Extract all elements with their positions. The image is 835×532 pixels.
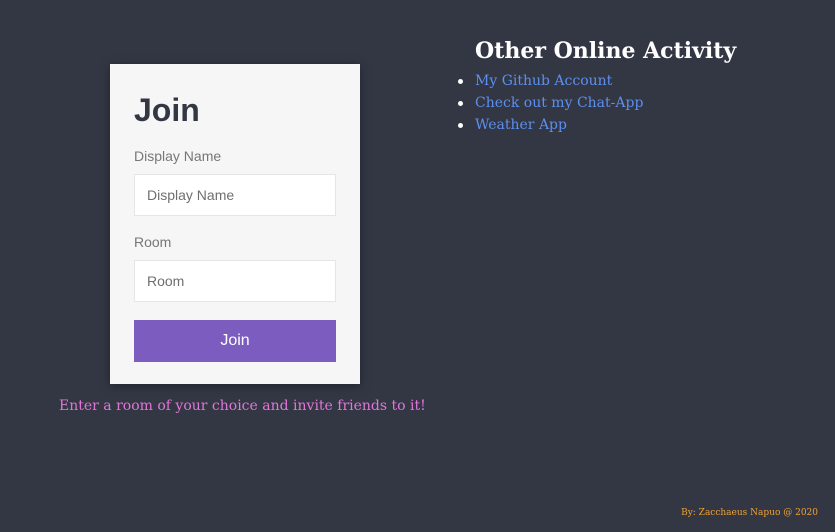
room-input[interactable]	[134, 260, 336, 302]
chat-app-link[interactable]: Check out my Chat-App	[475, 95, 643, 111]
bullet-icon	[458, 123, 463, 128]
join-button[interactable]: Join	[134, 320, 336, 362]
weather-app-link[interactable]: Weather App	[475, 117, 567, 133]
tagline: Enter a room of your choice and invite f…	[59, 398, 426, 414]
list-item: My Github Account	[458, 70, 736, 92]
display-name-input[interactable]	[134, 174, 336, 216]
other-activity-section: Other Online Activity My Github Account …	[458, 36, 737, 136]
activity-link-list: My Github Account Check out my Chat-App …	[458, 70, 736, 136]
footer-credit: By: Zacchaeus Napuo @ 2020	[681, 508, 818, 518]
list-item: Check out my Chat-App	[458, 92, 736, 114]
other-activity-title: Other Online Activity	[475, 38, 737, 64]
bullet-icon	[458, 101, 463, 106]
list-item: Weather App	[458, 114, 736, 136]
join-card: Join Display Name Room Join	[110, 64, 360, 384]
github-link[interactable]: My Github Account	[475, 73, 612, 89]
display-name-label: Display Name	[134, 148, 222, 164]
join-title: Join	[134, 92, 200, 128]
bullet-icon	[458, 79, 463, 84]
room-label: Room	[134, 234, 172, 250]
page: Join Display Name Room Join Enter a room…	[0, 0, 835, 532]
